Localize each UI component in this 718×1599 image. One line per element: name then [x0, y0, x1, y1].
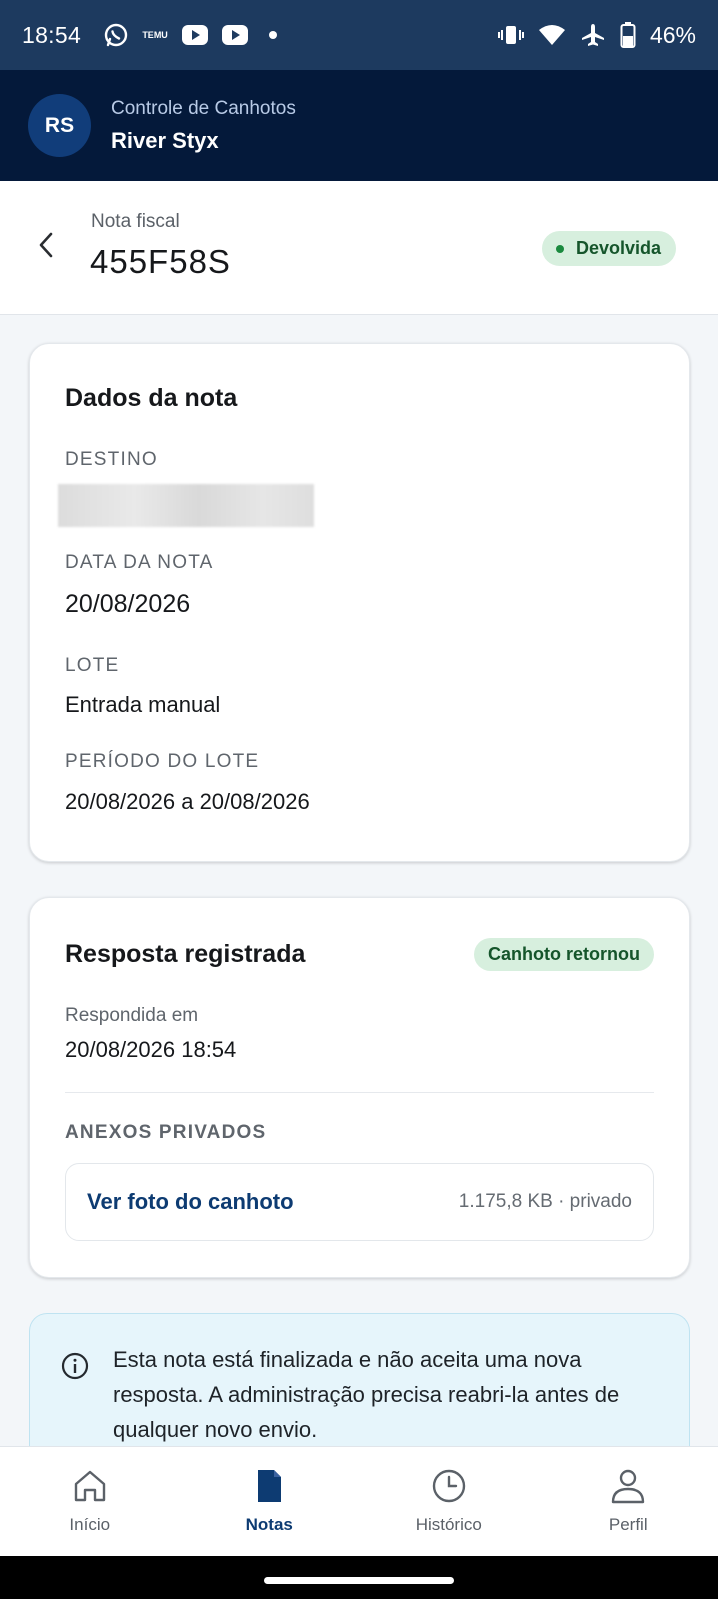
destino-label: DESTINO — [65, 449, 158, 470]
info-icon — [61, 1352, 89, 1380]
vibrate-icon — [497, 24, 524, 46]
youtube-icon — [181, 24, 209, 46]
clock-icon — [430, 1467, 468, 1505]
home-gesture-handle[interactable] — [264, 1577, 454, 1584]
respondida-label: Respondida em — [65, 1005, 199, 1026]
dados-card-title: Dados da nota — [65, 384, 238, 412]
home-icon — [71, 1467, 109, 1505]
anexos-label: ANEXOS PRIVADOS — [65, 1122, 267, 1143]
attachment-row[interactable]: Ver foto do canhoto 1.175,8 KB · privado — [65, 1163, 654, 1241]
respondida-value: 20/08/2026 18:54 — [65, 1037, 237, 1062]
nav-item-perfil[interactable]: Perfil — [539, 1447, 718, 1556]
battery-icon — [620, 22, 636, 48]
system-icons: 46% — [497, 21, 696, 49]
nota-number: 455F58S — [90, 243, 231, 280]
periodo-value: 20/08/2026 a 20/08/2026 — [65, 789, 310, 814]
lote-value: Entrada manual — [65, 692, 221, 717]
youtube-icon — [221, 24, 249, 46]
destino-value-redacted — [58, 484, 314, 527]
bottom-nav: Início Notas Histórico Perfil — [0, 1446, 718, 1556]
airplane-icon — [580, 22, 606, 48]
nav-item-inicio[interactable]: Início — [0, 1447, 180, 1556]
data-nota-value: 20/08/2026 — [65, 590, 191, 618]
info-text: Esta nota está finalizada e não aceita u… — [113, 1347, 620, 1442]
app-header: RS Controle de Canhotos River Styx — [0, 70, 718, 181]
chevron-left-icon — [39, 232, 53, 258]
data-nota-label: DATA DA NOTA — [65, 552, 214, 573]
app-header-titles: Controle de Canhotos River Styx — [111, 98, 296, 154]
temu-icon: TEMU — [141, 29, 169, 40]
app-title: River Styx — [111, 127, 219, 153]
back-button[interactable] — [30, 227, 62, 263]
status-dot-icon — [555, 244, 564, 253]
dot-icon — [269, 31, 278, 39]
nav-item-notas[interactable]: Notas — [180, 1447, 360, 1556]
nav-label-perfil: Perfil — [608, 1515, 648, 1534]
nota-header: Nota fiscal 455F58S Devolvida — [0, 181, 718, 315]
system-nav-bar — [0, 1556, 718, 1599]
dados-card: Dados da nota DESTINO DATA DA NOTA 20/08… — [29, 343, 690, 862]
nav-label-historico: Histórico — [415, 1515, 482, 1534]
canhoto-badge: Canhoto retornou — [474, 938, 654, 971]
periodo-label: PERÍODO DO LOTE — [65, 751, 260, 772]
resposta-card: Resposta registrada Canhoto retornou Res… — [29, 897, 690, 1278]
lote-label: LOTE — [65, 655, 120, 676]
nav-label-notas: Notas — [245, 1515, 293, 1534]
wifi-icon — [538, 24, 566, 46]
status-badge: Devolvida — [541, 231, 676, 266]
status-badge-label: Devolvida — [575, 238, 661, 258]
nav-item-historico[interactable]: Histórico — [359, 1447, 539, 1556]
app-subtitle: Controle de Canhotos — [111, 97, 296, 119]
view-photo-link[interactable]: Ver foto do canhoto — [87, 1189, 294, 1215]
info-box: Esta nota está finalizada e não aceita u… — [29, 1313, 690, 1453]
nav-label-inicio: Início — [69, 1515, 111, 1534]
status-bar: 18:54 TEMU 46% — [0, 0, 718, 70]
temu-logo-text: TEMU — [142, 29, 168, 40]
resposta-card-title: Resposta registrada — [65, 940, 306, 968]
notification-icons: TEMU — [103, 22, 278, 48]
divider — [65, 1092, 654, 1093]
avatar[interactable]: RS — [28, 94, 91, 157]
nota-label: Nota fiscal — [91, 211, 180, 232]
person-icon — [609, 1467, 647, 1505]
battery-percent: 46% — [649, 21, 696, 48]
attachment-meta: 1.175,8 KB · privado — [458, 1191, 632, 1212]
status-time: 18:54 — [22, 21, 82, 48]
whatsapp-icon — [103, 22, 129, 48]
document-icon — [250, 1467, 288, 1505]
avatar-initials: RS — [44, 113, 75, 137]
